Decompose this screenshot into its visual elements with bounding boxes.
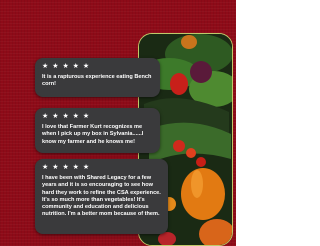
testimonials-section: ★ ★ ★ ★ ★ It is a rapturous experience e… [0, 0, 236, 246]
testimonial-quote: I have been with Shared Legacy for a few… [42, 175, 161, 218]
testimonial-quote: I love that Farmer Kurt recognizes me wh… [42, 124, 144, 145]
testimonial-card: ★ ★ ★ ★ ★ I love that Farmer Kurt recogn… [35, 108, 160, 153]
star-rating: ★ ★ ★ ★ ★ [42, 164, 91, 171]
star-rating: ★ ★ ★ ★ ★ [42, 63, 91, 70]
testimonial-card: ★ ★ ★ ★ ★ I have been with Shared Legacy… [35, 159, 168, 234]
testimonial-card: ★ ★ ★ ★ ★ It is a rapturous experience e… [35, 58, 160, 97]
star-rating: ★ ★ ★ ★ ★ [42, 113, 91, 120]
testimonial-quote: It is a rapturous experience eating Benc… [42, 74, 152, 88]
